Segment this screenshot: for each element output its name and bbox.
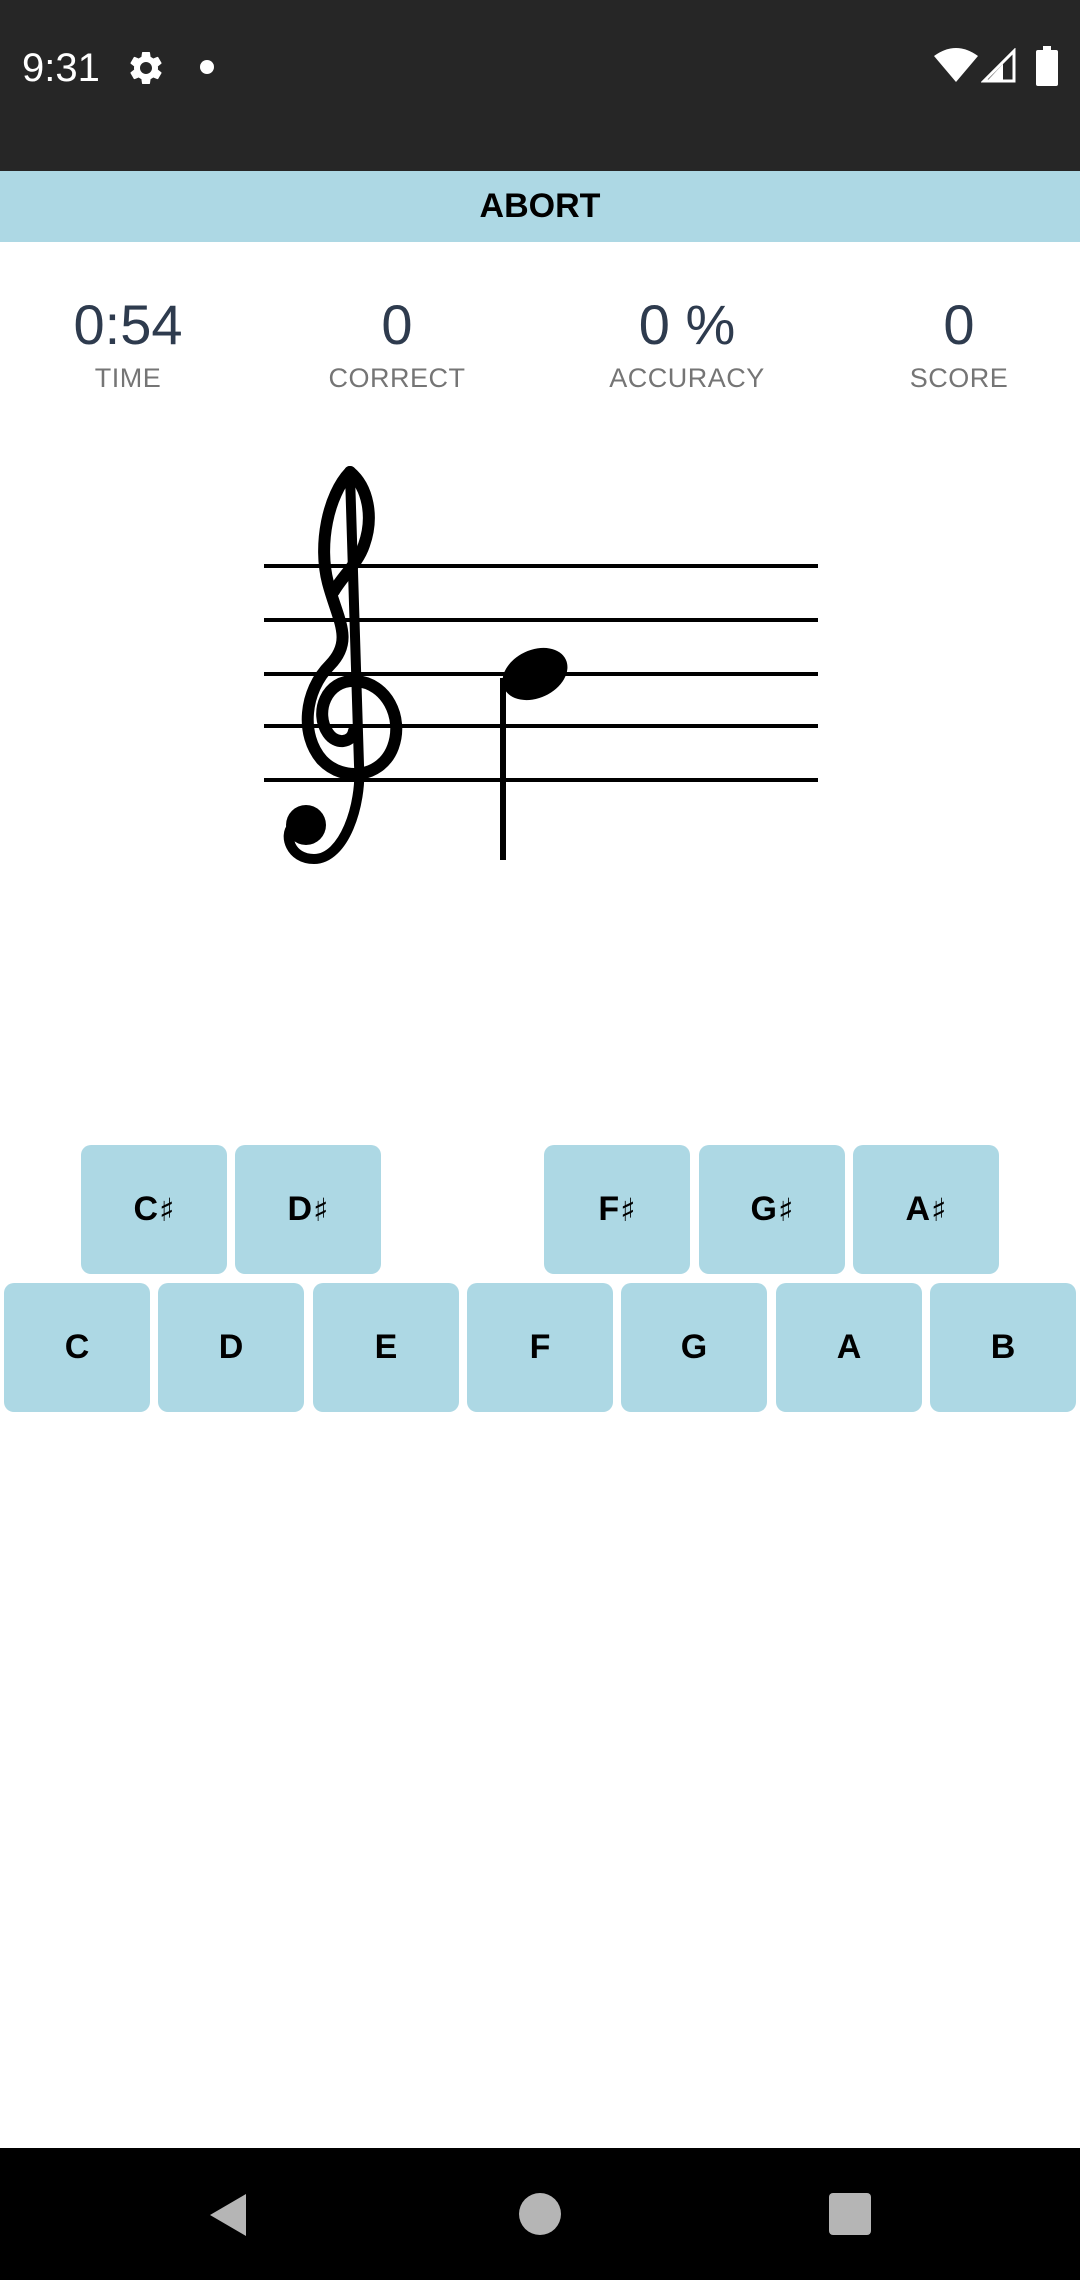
home-icon[interactable] bbox=[519, 2193, 561, 2235]
recents-icon[interactable] bbox=[829, 2193, 871, 2235]
key-letter: C bbox=[133, 1190, 159, 1228]
time-label: TIME bbox=[94, 363, 162, 393]
back-icon[interactable] bbox=[206, 2192, 248, 2238]
sharp-sign: ♯ bbox=[159, 1190, 175, 1229]
key-g-sharp[interactable]: G ♯ bbox=[699, 1145, 845, 1274]
sharp-sign: ♯ bbox=[313, 1190, 329, 1229]
stat-score: 0 SCORE bbox=[849, 290, 1069, 396]
music-staff bbox=[264, 466, 818, 864]
abort-button[interactable]: ABORT bbox=[0, 171, 1080, 242]
time-value: 0:54 bbox=[73, 293, 183, 356]
correct-value: 0 bbox=[381, 293, 413, 356]
status-time: 9:31 bbox=[22, 46, 100, 90]
treble-clef-icon bbox=[283, 466, 403, 864]
key-a[interactable]: A bbox=[776, 1283, 922, 1412]
key-g[interactable]: G bbox=[621, 1283, 767, 1412]
sharp-sign: ♯ bbox=[931, 1190, 947, 1229]
key-letter: G bbox=[750, 1190, 777, 1228]
key-d-sharp[interactable]: D ♯ bbox=[235, 1145, 381, 1274]
key-a-sharp[interactable]: A ♯ bbox=[853, 1145, 999, 1274]
key-letter: F bbox=[598, 1190, 620, 1228]
stat-correct: 0 CORRECT bbox=[287, 290, 507, 396]
sharp-sign: ♯ bbox=[777, 1190, 794, 1229]
sharp-sign: ♯ bbox=[620, 1190, 636, 1229]
key-f-sharp[interactable]: F ♯ bbox=[544, 1145, 690, 1274]
key-letter: A bbox=[905, 1190, 931, 1228]
accuracy-value: 0 % bbox=[638, 293, 736, 356]
battery-icon bbox=[1036, 46, 1058, 86]
score-label: SCORE bbox=[909, 363, 1009, 393]
wifi-icon bbox=[934, 48, 978, 82]
key-letter: D bbox=[287, 1190, 313, 1228]
signal-icon bbox=[981, 48, 1016, 83]
status-bar: 9:31 bbox=[0, 0, 1080, 171]
correct-label: CORRECT bbox=[328, 363, 466, 393]
stat-time: 0:54 TIME bbox=[18, 290, 238, 396]
accuracy-label: ACCURACY bbox=[609, 363, 765, 393]
gear-icon bbox=[130, 51, 162, 84]
key-b[interactable]: B bbox=[930, 1283, 1076, 1412]
notification-dot-icon bbox=[200, 60, 214, 74]
key-e[interactable]: E bbox=[313, 1283, 459, 1412]
stat-accuracy: 0 % ACCURACY bbox=[577, 290, 797, 396]
key-d[interactable]: D bbox=[158, 1283, 304, 1412]
quarter-note-icon bbox=[500, 647, 568, 860]
key-f[interactable]: F bbox=[467, 1283, 613, 1412]
key-c-sharp[interactable]: C ♯ bbox=[81, 1145, 227, 1274]
key-c[interactable]: C bbox=[4, 1283, 150, 1412]
score-value: 0 bbox=[943, 293, 975, 356]
